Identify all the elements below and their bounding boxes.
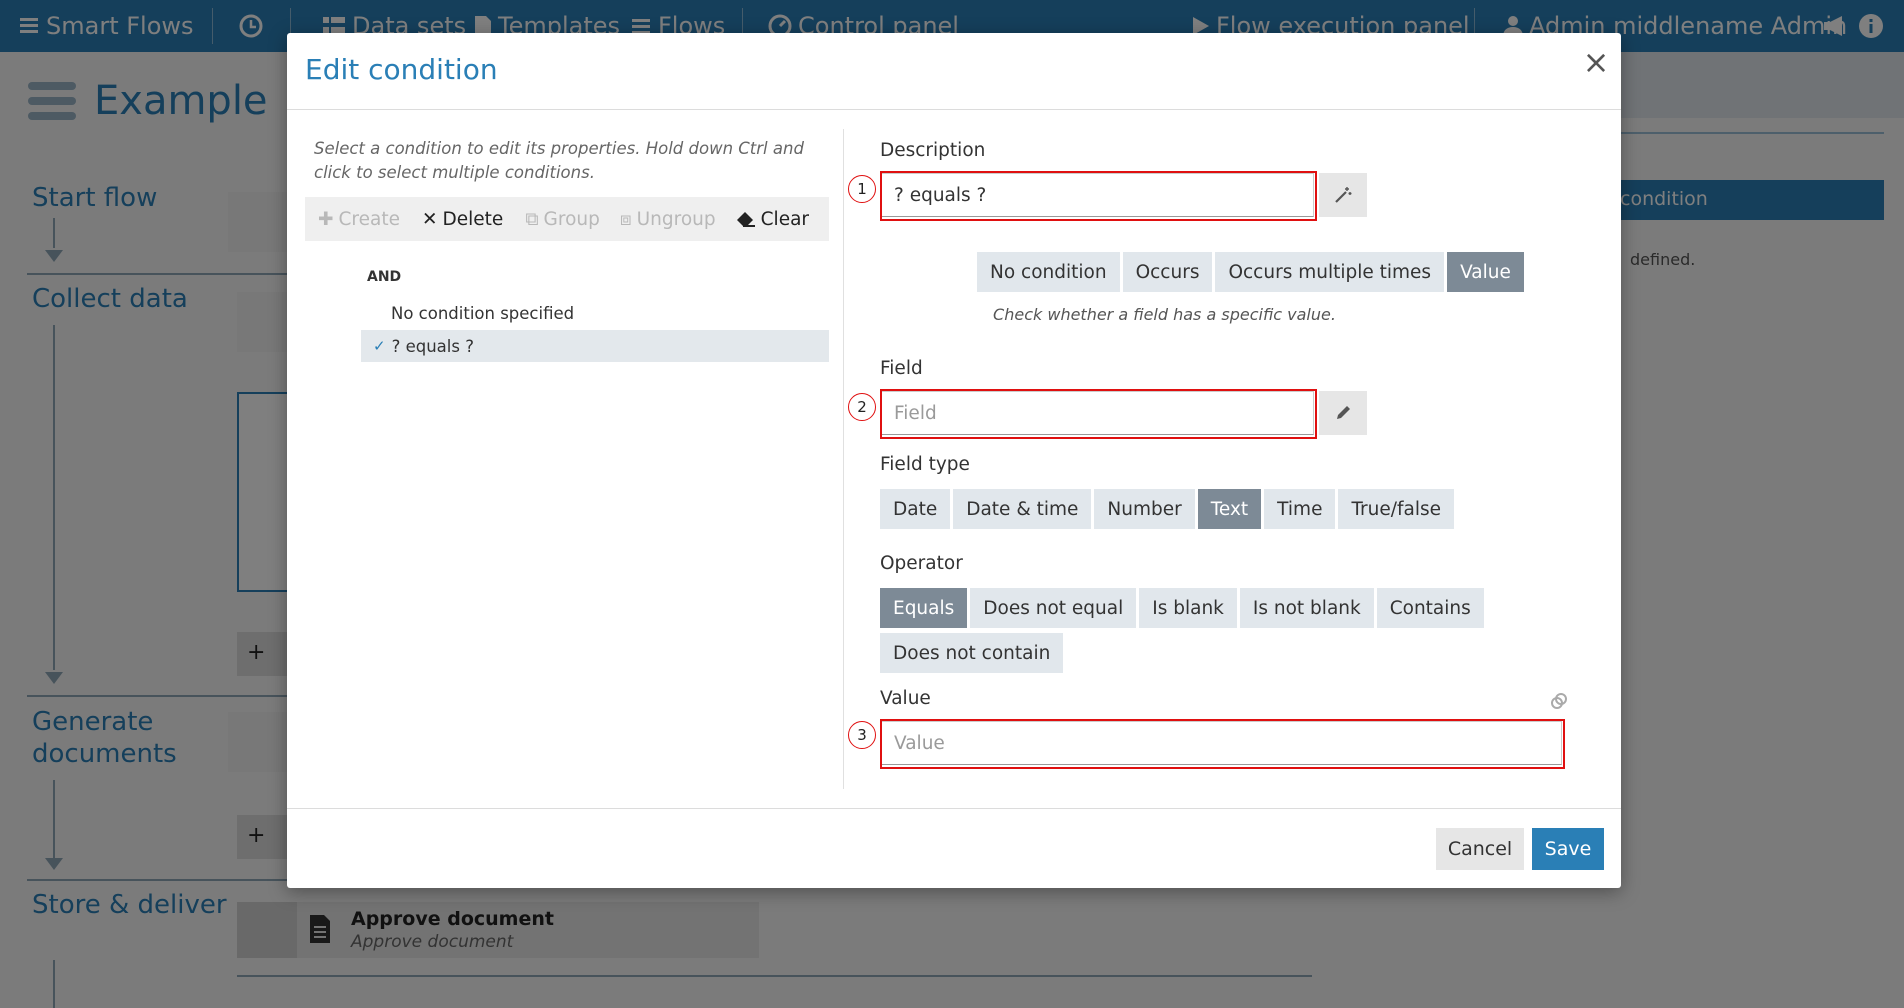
field-type-label: Field type: [880, 454, 970, 475]
create-label: Create: [338, 208, 400, 230]
magic-wand-button[interactable]: [1319, 173, 1367, 217]
clear-button[interactable]: Clear: [736, 209, 809, 230]
annotation-box-3: [880, 719, 1565, 769]
ungroup-button[interactable]: ⧈ Ungroup: [620, 209, 716, 230]
operator-selector: Equals Does not equal Is blank Is not bl…: [880, 588, 1484, 628]
plus-icon: ✚: [318, 208, 334, 230]
condition-type-hint: Check whether a field has a specific val…: [993, 305, 1336, 324]
field-type-date[interactable]: Date: [880, 489, 951, 529]
footer-divider: [287, 808, 1621, 809]
annotation-badge-3: 3: [848, 721, 876, 749]
group-label: Group: [543, 208, 600, 230]
operator-is-blank[interactable]: Is blank: [1139, 588, 1237, 628]
group-button[interactable]: ⧉ Group: [525, 209, 600, 230]
link-icon[interactable]: [1549, 691, 1569, 715]
check-icon: ✓: [373, 337, 386, 355]
group-icon: ⧉: [525, 208, 539, 230]
field-type-text[interactable]: Text: [1197, 489, 1262, 529]
operator-is-not-blank[interactable]: Is not blank: [1239, 588, 1374, 628]
eraser-icon: [736, 212, 755, 227]
annotation-box-2: [880, 389, 1317, 439]
magic-wand-icon: [1335, 187, 1352, 203]
operator-contains[interactable]: Contains: [1376, 588, 1484, 628]
condition-type-occurs-multiple[interactable]: Occurs multiple times: [1215, 252, 1445, 292]
ungroup-label: Ungroup: [636, 208, 716, 230]
field-type-time[interactable]: Time: [1264, 489, 1336, 529]
condition-type-no-condition[interactable]: No condition: [977, 252, 1120, 292]
tree-item-no-condition[interactable]: No condition specified: [361, 297, 829, 329]
tree-item-equals[interactable]: ✓ ? equals ?: [361, 330, 829, 362]
edit-condition-dialog: Edit condition × Select a condition to e…: [287, 33, 1621, 888]
header-divider: [287, 109, 1621, 110]
tree-operator: AND: [367, 269, 402, 285]
delete-label: Delete: [442, 208, 504, 230]
ungroup-icon: ⧈: [619, 208, 632, 230]
condition-type-selector: No condition Occurs Occurs multiple time…: [977, 252, 1524, 292]
condition-type-value[interactable]: Value: [1447, 252, 1524, 292]
operator-selector-row2: Does not contain: [880, 633, 1064, 673]
cross-icon: ✕: [422, 208, 438, 230]
annotation-box-1: [880, 171, 1317, 221]
cancel-button[interactable]: Cancel: [1436, 828, 1524, 870]
tree-item-label: ? equals ?: [391, 336, 474, 356]
description-label: Description: [880, 140, 986, 161]
selection-hint: Select a condition to edit its propertie…: [314, 139, 804, 182]
dialog-title: Edit condition: [305, 53, 498, 86]
field-type-true-false[interactable]: True/false: [1338, 489, 1454, 529]
create-button[interactable]: ✚ Create: [318, 209, 400, 230]
operator-label: Operator: [880, 553, 963, 574]
field-type-datetime[interactable]: Date & time: [953, 489, 1092, 529]
operator-does-not-contain[interactable]: Does not contain: [880, 633, 1064, 673]
delete-button[interactable]: ✕ Delete: [422, 209, 503, 230]
tree-item-label: No condition specified: [391, 303, 575, 323]
condition-toolbar: ✚ Create ✕ Delete ⧉ Group ⧈ Ungroup Clea…: [305, 197, 829, 241]
pencil-icon: [1337, 406, 1350, 419]
save-button[interactable]: Save: [1532, 828, 1604, 870]
annotation-badge-1: 1: [848, 175, 876, 203]
clear-label: Clear: [760, 208, 810, 230]
operator-equals[interactable]: Equals: [880, 588, 968, 628]
column-divider: [843, 129, 844, 789]
close-icon[interactable]: ×: [1581, 46, 1611, 78]
condition-type-occurs[interactable]: Occurs: [1122, 252, 1213, 292]
operator-not-equal[interactable]: Does not equal: [970, 588, 1137, 628]
field-type-selector: Date Date & time Number Text Time True/f…: [880, 489, 1454, 529]
value-label: Value: [880, 688, 931, 709]
pencil-button[interactable]: [1319, 391, 1367, 435]
field-label: Field: [880, 358, 923, 379]
field-type-number[interactable]: Number: [1094, 489, 1195, 529]
annotation-badge-2: 2: [848, 393, 876, 421]
